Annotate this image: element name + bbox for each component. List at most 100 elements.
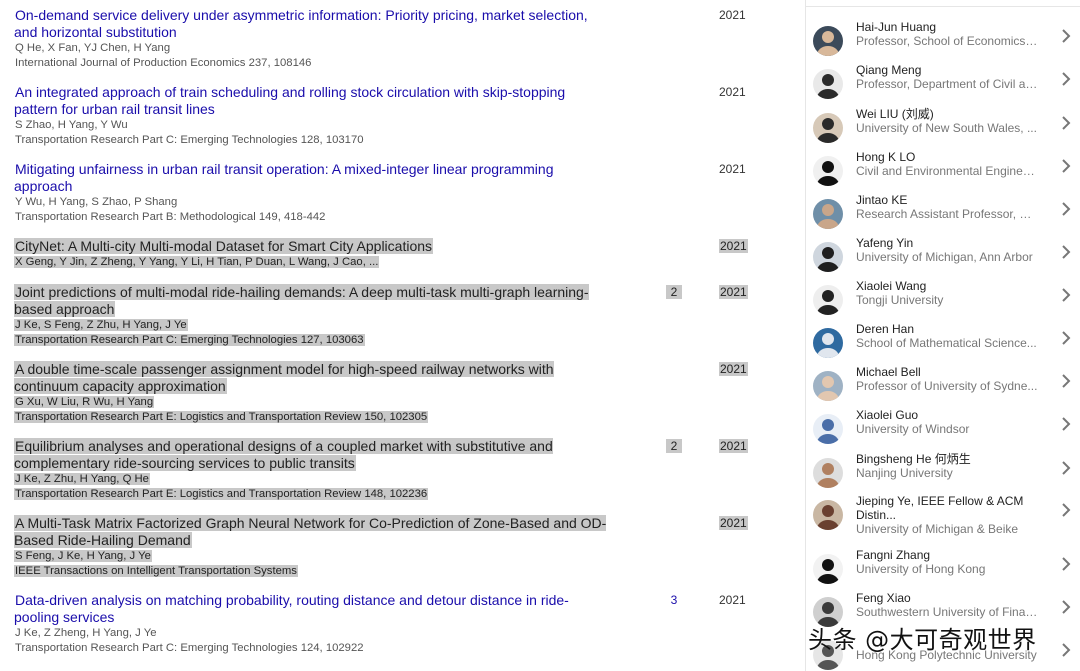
coauthor-name[interactable]: Yafeng Yin <box>856 236 1041 250</box>
coauthor-name[interactable]: Hong K LO <box>856 150 1041 164</box>
chevron-right-icon[interactable] <box>1059 26 1073 46</box>
avatar <box>813 199 843 229</box>
coauthor-item[interactable]: Xiaolei Guo University of Windsor <box>806 408 1080 450</box>
avatar <box>813 113 843 143</box>
coauthor-item[interactable]: Jintao KE Research Assistant Professor, H… <box>806 193 1080 235</box>
avatar <box>813 554 843 584</box>
publication-row: Joint predictions of multi-modal ride-ha… <box>14 284 774 348</box>
chevron-right-icon[interactable] <box>1059 554 1073 574</box>
coauthor-name[interactable]: Jintao KE <box>856 193 1041 207</box>
coauthor-affiliation: Southwestern University of Finan... <box>856 605 1038 619</box>
coauthor-name[interactable]: Fangni Zhang <box>856 548 1041 562</box>
publication-authors: X Geng, Y Jin, Z Zheng, Y Yang, Y Li, H … <box>14 256 380 268</box>
publication-title-link[interactable]: On-demand service delivery under asymmet… <box>14 7 609 41</box>
chevron-right-icon[interactable] <box>1059 113 1073 133</box>
publication-year: 2021 <box>719 285 748 299</box>
publication-year: 2021 <box>719 362 748 376</box>
coauthor-name[interactable]: Xiaolei Wang <box>856 279 1041 293</box>
coauthor-affiliation: University of Hong Kong <box>856 562 986 576</box>
coauthor-name[interactable]: Deren Han <box>856 322 1041 336</box>
chevron-right-icon[interactable] <box>1059 285 1073 305</box>
publication-venue: Transportation Research Part B: Methodol… <box>15 211 326 223</box>
publication-title-link[interactable]: An integrated approach of train scheduli… <box>14 84 609 118</box>
cited-by-link[interactable]: 2 <box>666 285 682 299</box>
coauthor-item[interactable]: Jieping Ye, IEEE Fellow & ACM Distin... U… <box>806 494 1080 536</box>
coauthor-name[interactable]: Bingsheng He 何炳生 <box>856 452 1041 466</box>
publication-title-link[interactable]: Equilibrium analyses and operational des… <box>14 438 609 472</box>
coauthor-name[interactable]: Hai-Jun Huang <box>856 20 1041 34</box>
publication-authors: Y Wu, H Yang, S Zhao, P Shang <box>15 196 178 208</box>
coauthor-name[interactable]: Jieping Ye, IEEE Fellow & ACM Distin... <box>856 494 1046 522</box>
chevron-right-icon[interactable] <box>1059 69 1073 89</box>
publication-title-link[interactable]: Joint predictions of multi-modal ride-ha… <box>14 284 609 318</box>
coauthor-affiliation: Civil and Environmental Enginee... <box>856 164 1038 178</box>
divider <box>806 6 1080 7</box>
chevron-right-icon[interactable] <box>1059 597 1073 617</box>
publication-authors: J Ke, Z Zhu, H Yang, Q He <box>14 473 150 485</box>
publication-title-link[interactable]: A Multi-Task Matrix Factorized Graph Neu… <box>14 515 609 549</box>
coauthor-item[interactable]: Michael Bell Professor of University of S… <box>806 365 1080 407</box>
cited-by-link[interactable]: 3 <box>666 593 682 607</box>
coauthor-item[interactable]: Yafeng Yin University of Michigan, Ann Ar… <box>806 236 1080 278</box>
coauthor-affiliation: University of New South Wales, ... <box>856 121 1037 135</box>
coauthor-name[interactable]: Xiaolei Guo <box>856 408 1041 422</box>
coauthor-affiliation: University of Windsor <box>856 422 970 436</box>
coauthor-affiliation: Research Assistant Professor, H... <box>856 207 1038 221</box>
coauthor-item[interactable]: Bingsheng He 何炳生 Nanjing University <box>806 452 1080 494</box>
publication-row: Equilibrium analyses and operational des… <box>14 438 774 502</box>
coauthor-item[interactable]: Wei LIU (刘威) University of New South Wale… <box>806 107 1080 149</box>
publication-venue: Transportation Research Part E: Logistic… <box>14 488 429 500</box>
chevron-right-icon[interactable] <box>1059 640 1073 660</box>
coauthor-affiliation: University of Michigan, Ann Arbor <box>856 250 1033 264</box>
publication-year: 2021 <box>719 162 746 176</box>
chevron-right-icon[interactable] <box>1059 458 1073 478</box>
avatar <box>813 285 843 315</box>
publication-year: 2021 <box>719 8 746 22</box>
publication-year: 2021 <box>719 239 748 253</box>
publication-authors: S Zhao, H Yang, Y Wu <box>15 119 128 131</box>
avatar <box>813 242 843 272</box>
coauthor-item[interactable]: Fangni Zhang University of Hong Kong <box>806 548 1080 590</box>
avatar <box>813 328 843 358</box>
coauthor-list: Hai-Jun Huang Professor, School of Econom… <box>805 0 1080 671</box>
avatar <box>813 414 843 444</box>
chevron-right-icon[interactable] <box>1059 328 1073 348</box>
publication-row: A Multi-Task Matrix Factorized Graph Neu… <box>14 515 774 579</box>
coauthor-affiliation: Tongji University <box>856 293 944 307</box>
avatar <box>813 371 843 401</box>
chevron-right-icon[interactable] <box>1059 199 1073 219</box>
coauthor-name[interactable]: Qiang Meng <box>856 63 1041 77</box>
publication-row: A double time-scale passenger assignment… <box>14 361 774 425</box>
watermark: 头条 @大可奇观世界 <box>808 626 1037 654</box>
coauthor-item[interactable]: Xiaolei Wang Tongji University <box>806 279 1080 321</box>
publication-row: CityNet: A Multi-city Multi-modal Datase… <box>14 238 774 270</box>
chevron-right-icon[interactable] <box>1059 156 1073 176</box>
coauthor-item[interactable]: Deren Han School of Mathematical Science.… <box>806 322 1080 364</box>
publication-title-link[interactable]: Mitigating unfairness in urban rail tran… <box>14 161 609 195</box>
coauthor-item[interactable]: Hai-Jun Huang Professor, School of Econom… <box>806 20 1080 62</box>
publication-year: 2021 <box>719 516 748 530</box>
publication-title-link[interactable]: A double time-scale passenger assignment… <box>14 361 609 395</box>
publication-year: 2021 <box>719 85 746 99</box>
publication-authors: J Ke, Z Zheng, H Yang, J Ye <box>15 627 157 639</box>
coauthor-affiliation: Nanjing University <box>856 466 953 480</box>
publication-title-link[interactable]: Data-driven analysis on matching probabi… <box>14 592 609 626</box>
chevron-right-icon[interactable] <box>1059 242 1073 262</box>
coauthor-affiliation: School of Mathematical Science... <box>856 336 1037 350</box>
coauthor-name[interactable]: Feng Xiao <box>856 591 1041 605</box>
avatar <box>813 69 843 99</box>
chevron-right-icon[interactable] <box>1059 500 1073 520</box>
coauthor-item[interactable]: Hong K LO Civil and Environmental Enginee… <box>806 150 1080 192</box>
coauthor-name[interactable]: Michael Bell <box>856 365 1041 379</box>
avatar <box>813 26 843 56</box>
coauthor-name[interactable]: Wei LIU (刘威) <box>856 107 1041 121</box>
cited-by-link[interactable]: 2 <box>666 439 682 453</box>
chevron-right-icon[interactable] <box>1059 371 1073 391</box>
publication-authors: Q He, X Fan, YJ Chen, H Yang <box>15 42 171 54</box>
publication-venue: Transportation Research Part C: Emerging… <box>15 134 364 146</box>
publication-venue: Transportation Research Part C: Emerging… <box>15 642 364 654</box>
coauthor-item[interactable]: Qiang Meng Professor, Department of Civil… <box>806 63 1080 105</box>
chevron-right-icon[interactable] <box>1059 414 1073 434</box>
publication-row: On-demand service delivery under asymmet… <box>14 7 774 71</box>
publication-title-link[interactable]: CityNet: A Multi-city Multi-modal Datase… <box>14 238 609 255</box>
